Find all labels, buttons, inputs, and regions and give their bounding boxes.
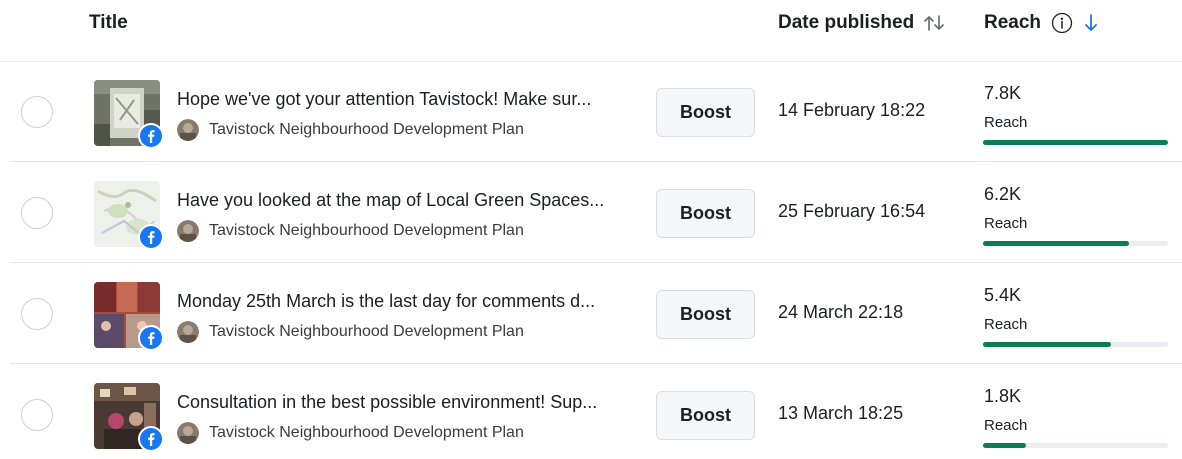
facebook-icon [138, 325, 164, 351]
date-published: 13 March 18:25 [778, 403, 904, 423]
reach-bar [983, 443, 1168, 448]
reach-value: 1.8K [984, 386, 1022, 406]
boost-button[interactable]: Boost [656, 290, 755, 339]
facebook-icon [138, 224, 164, 250]
table-row[interactable]: Monday 25th March is the last day for co… [10, 264, 1182, 364]
facebook-icon [138, 123, 164, 149]
row-select-checkbox[interactable] [21, 197, 53, 229]
boost-button[interactable]: Boost [656, 88, 755, 137]
info-icon[interactable] [1051, 12, 1073, 34]
reach-bar [983, 241, 1168, 246]
boost-button[interactable]: Boost [656, 189, 755, 238]
row-select-checkbox[interactable] [21, 96, 53, 128]
page-name: Tavistock Neighbourhood Development Plan [209, 424, 524, 441]
arrow-down-icon[interactable] [1083, 13, 1099, 33]
table-row[interactable]: Have you looked at the map of Local Gree… [10, 163, 1182, 263]
reach-bar-fill [983, 443, 1026, 448]
row-select-checkbox[interactable] [21, 298, 53, 330]
column-header-reach-label: Reach [984, 12, 1042, 33]
page-attribution: Tavistock Neighbourhood Development Plan [177, 220, 524, 242]
page-attribution: Tavistock Neighbourhood Development Plan [177, 422, 524, 444]
facebook-icon [138, 426, 164, 452]
page-name: Tavistock Neighbourhood Development Plan [209, 323, 524, 340]
reach-label: Reach [984, 114, 1028, 131]
post-title[interactable]: Consultation in the best possible enviro… [177, 392, 647, 413]
sort-up-down-icon[interactable] [923, 14, 945, 32]
column-header-title: Title [89, 12, 128, 33]
posts-table: Title Date published Reach Hope we've go… [0, 0, 1182, 459]
column-header-date-label: Date published [778, 12, 915, 33]
reach-bar-fill [983, 241, 1130, 246]
reach-bar-fill [983, 140, 1168, 145]
row-select-checkbox[interactable] [21, 399, 53, 431]
date-published: 25 February 16:54 [778, 201, 926, 221]
boost-button[interactable]: Boost [656, 391, 755, 440]
reach-value: 5.4K [984, 285, 1022, 305]
page-attribution: Tavistock Neighbourhood Development Plan [177, 321, 524, 343]
post-title[interactable]: Monday 25th March is the last day for co… [177, 291, 647, 312]
page-name: Tavistock Neighbourhood Development Plan [209, 222, 524, 239]
reach-label: Reach [984, 316, 1028, 333]
post-title[interactable]: Hope we've got your attention Tavistock!… [177, 89, 647, 110]
page-avatar [177, 119, 199, 141]
page-avatar [177, 321, 199, 343]
page-avatar [177, 220, 199, 242]
reach-label: Reach [984, 215, 1028, 232]
table-row[interactable]: Consultation in the best possible enviro… [10, 365, 1182, 459]
table-row[interactable]: Hope we've got your attention Tavistock!… [10, 62, 1182, 162]
table-header: Title Date published Reach [0, 0, 1182, 62]
column-header-date-published[interactable]: Date published [778, 12, 945, 34]
post-title[interactable]: Have you looked at the map of Local Gree… [177, 190, 647, 211]
reach-value: 6.2K [984, 184, 1022, 204]
page-avatar [177, 422, 199, 444]
page-name: Tavistock Neighbourhood Development Plan [209, 121, 524, 138]
column-header-reach[interactable]: Reach [984, 12, 1099, 34]
date-published: 14 February 18:22 [778, 100, 926, 120]
page-attribution: Tavistock Neighbourhood Development Plan [177, 119, 524, 141]
reach-bar [983, 342, 1168, 347]
date-published: 24 March 22:18 [778, 302, 904, 322]
reach-bar [983, 140, 1168, 145]
reach-value: 7.8K [984, 83, 1022, 103]
reach-label: Reach [984, 417, 1028, 434]
reach-bar-fill [983, 342, 1111, 347]
